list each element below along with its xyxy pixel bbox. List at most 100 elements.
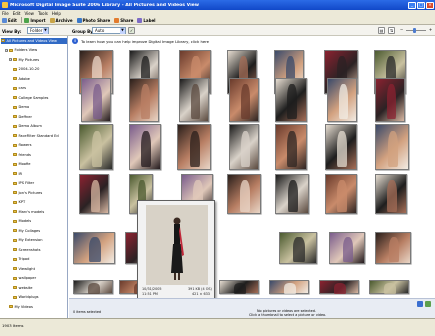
group-apply-button[interactable]: ✓ — [128, 27, 135, 34]
info-icon: i — [72, 38, 78, 44]
menu-view[interactable]: View — [24, 11, 34, 16]
folder-icon — [13, 115, 17, 119]
task-pane: 0 items selected No pictures or videos a… — [69, 298, 435, 318]
photo-thumbnail[interactable] — [81, 78, 111, 122]
photo-thumbnail[interactable] — [275, 174, 309, 214]
import-button[interactable]: Import — [24, 17, 46, 23]
photo-thumbnail[interactable] — [219, 280, 259, 294]
sidebar-item[interactable]: flowers — [13, 143, 31, 149]
photo-thumbnail[interactable] — [279, 232, 317, 264]
sidebar-item-label: 2004-10-20 — [18, 67, 40, 72]
photo-thumbnail[interactable] — [327, 78, 357, 122]
photo-subject — [387, 179, 397, 212]
photo-thumbnail[interactable] — [129, 124, 161, 170]
sidebar-item[interactable]: Adobe — [13, 76, 30, 82]
photo-subject — [189, 130, 201, 168]
tree-expander-icon[interactable]: − — [9, 58, 12, 62]
sidebar-item[interactable]: wallpaper — [13, 276, 36, 282]
view-mode-button[interactable]: ▤ — [378, 27, 385, 34]
maximize-button[interactable]: □ — [417, 1, 425, 9]
photo-subject — [386, 84, 396, 120]
sidebar-item[interactable]: website — [13, 285, 32, 291]
folder-icon — [13, 124, 17, 128]
sidebar-item[interactable]: friends — [13, 152, 31, 158]
photo-thumbnail[interactable] — [375, 174, 407, 214]
slideshow-icon[interactable] — [425, 301, 431, 307]
minimize-button[interactable]: _ — [408, 1, 416, 9]
tree-expander-icon[interactable]: − — [5, 48, 8, 52]
photo-thumbnail[interactable] — [79, 124, 113, 170]
photo-thumbnail[interactable] — [325, 174, 357, 214]
photo-thumbnail[interactable] — [179, 78, 209, 122]
group-by-select[interactable]: Auto ▼ — [92, 27, 126, 34]
sidebar-item[interactable]: Marc's models — [13, 209, 44, 215]
photo-thumbnail[interactable] — [73, 280, 113, 294]
sidebar-item[interactable]: FaceFilter Standard Ed — [13, 133, 59, 139]
photo-thumbnail[interactable] — [229, 78, 259, 122]
sidebar-item[interactable]: Demo — [13, 105, 29, 111]
preview-size: 391 KB (4 OS) — [188, 287, 212, 291]
folder-icon — [13, 257, 17, 261]
sidebar-item[interactable]: 2004-10-20 — [13, 67, 39, 73]
zoom-slider-thumb[interactable] — [413, 28, 416, 33]
photo-thumbnail[interactable] — [275, 124, 307, 170]
sidebar-item[interactable]: Screenshots — [13, 247, 41, 253]
archive-button[interactable]: Archive — [49, 17, 73, 23]
sidebar-item[interactable]: cars — [13, 86, 26, 92]
sidebar-item[interactable]: − My Pictures — [9, 57, 39, 63]
photo-thumbnail[interactable] — [227, 174, 261, 214]
info-message[interactable]: To learn how you can help improve Digita… — [81, 39, 209, 44]
photo-thumbnail[interactable] — [275, 78, 307, 122]
sidebar-item[interactable]: − Folders View — [5, 48, 37, 54]
photo-thumbnail[interactable] — [375, 78, 405, 122]
photo-thumbnail[interactable] — [79, 174, 109, 214]
folder-icon — [13, 219, 17, 223]
view-by-select[interactable]: Folder ▼ — [27, 27, 49, 34]
menu-file[interactable]: File — [2, 11, 9, 16]
menu-edit[interactable]: Edit — [13, 11, 21, 16]
photo-share-button[interactable]: Photo Share — [76, 17, 110, 23]
photo-thumbnail[interactable] — [177, 124, 211, 170]
zoom-in-icon[interactable]: + — [427, 27, 434, 34]
close-button[interactable]: × — [426, 1, 434, 9]
folder-icon — [13, 58, 17, 62]
zoom-out-icon[interactable]: − — [398, 27, 405, 34]
sidebar-item[interactable]: Viewlight — [13, 266, 35, 272]
photo-thumbnail[interactable] — [325, 124, 357, 170]
folder-icon — [13, 200, 17, 204]
sidebar-item[interactable]: Worldplugs — [13, 295, 39, 301]
sort-button[interactable]: ⇅ — [388, 27, 395, 34]
menu-tools[interactable]: Tools — [38, 11, 48, 16]
sidebar-item[interactable]: Jon's Pictures — [13, 190, 42, 196]
people-icon[interactable] — [417, 301, 423, 307]
sidebar-item[interactable]: Demo Album — [13, 124, 42, 130]
sidebar-item[interactable]: Tripod — [13, 257, 29, 263]
sidebar-item[interactable]: My Extension — [13, 238, 43, 244]
sidebar-item[interactable]: KPT — [13, 200, 25, 206]
photo-thumbnail[interactable] — [319, 280, 359, 294]
sidebar-item[interactable]: My Videos — [9, 304, 33, 310]
photo-thumbnail[interactable] — [269, 280, 309, 294]
photo-thumbnail[interactable] — [229, 124, 259, 170]
photo-thumbnail[interactable] — [375, 124, 409, 170]
sidebar-item[interactable]: College Samples — [13, 95, 48, 101]
photo-thumbnail[interactable] — [375, 232, 411, 264]
share-button[interactable]: Share — [114, 17, 133, 23]
photo-thumbnail[interactable] — [369, 280, 409, 294]
zoom-slider[interactable] — [406, 30, 426, 31]
sidebar-item[interactable]: Deffner — [13, 114, 32, 120]
label-button[interactable]: Label — [137, 17, 156, 23]
sidebar-item[interactable]: Models — [13, 219, 31, 225]
sidebar-item[interactable]: My Collages — [13, 228, 40, 234]
photo-thumbnail[interactable] — [73, 232, 115, 264]
sidebar-item[interactable]: All Pictures and Videos View — [1, 38, 67, 44]
sidebar-item[interactable]: Moofie — [13, 162, 30, 168]
menu-help[interactable]: Help — [52, 11, 61, 16]
sidebar-item[interactable]: IR — [13, 171, 22, 177]
sidebar-item[interactable]: IPS Filter — [13, 181, 34, 187]
edit-label: Edit — [8, 17, 17, 23]
edit-button[interactable]: Edit — [2, 17, 17, 23]
info-bar[interactable]: i To learn how you can help improve Digi… — [69, 36, 435, 46]
photo-thumbnail[interactable] — [129, 78, 159, 122]
photo-thumbnail[interactable] — [329, 232, 365, 264]
